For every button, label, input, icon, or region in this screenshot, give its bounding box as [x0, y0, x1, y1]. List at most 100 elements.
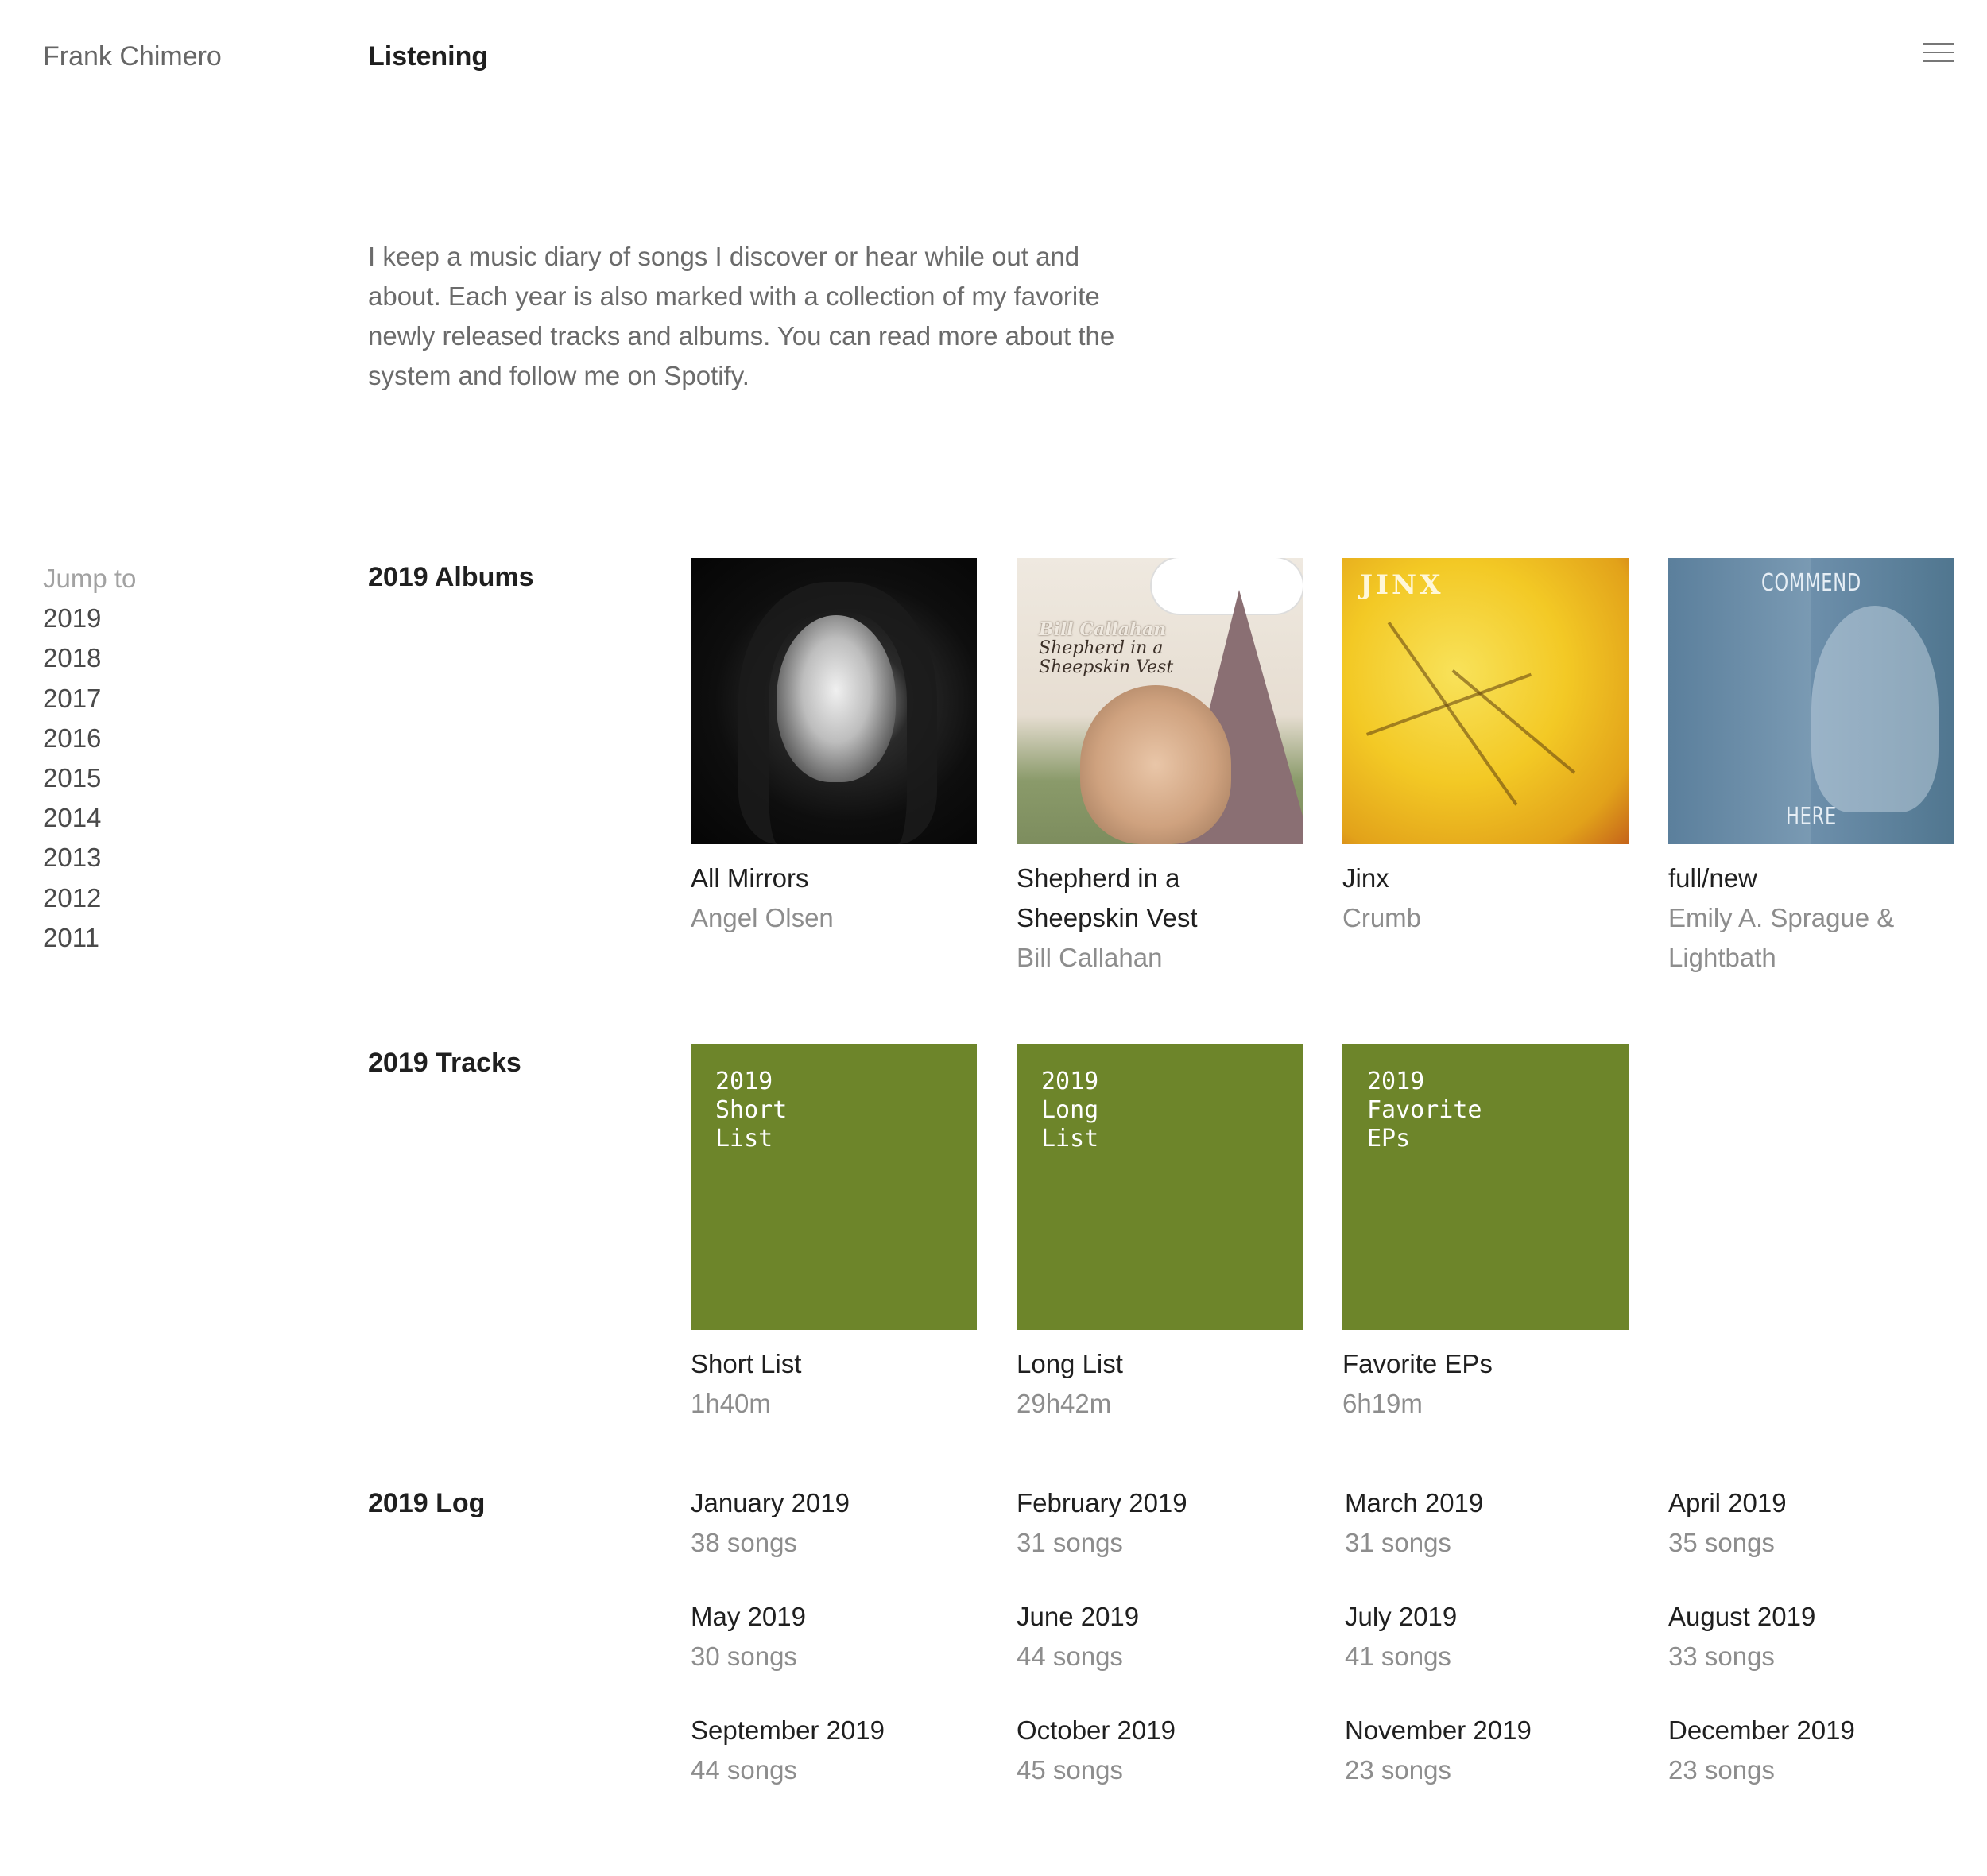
- album-title: full/new: [1668, 863, 1757, 893]
- cover-face: [777, 615, 896, 782]
- album-cover-image: [691, 558, 977, 844]
- jump-year-2013[interactable]: 2013: [43, 838, 136, 878]
- log-month-title: July 2019: [1345, 1602, 1458, 1631]
- playlist-card-long-list[interactable]: 2019 Long List Long List 29h42m: [1017, 1044, 1303, 1424]
- cover-streak: [1387, 622, 1518, 806]
- album-title: Jinx: [1342, 863, 1389, 893]
- menu-line: [1923, 60, 1954, 62]
- album-artist: Crumb: [1342, 903, 1422, 932]
- jump-year-2014[interactable]: 2014: [43, 798, 136, 838]
- section-label-log: 2019 Log: [368, 1488, 486, 1518]
- log-song-count: 35 songs: [1668, 1528, 1775, 1557]
- playlist-cover-text: 2019 Long List: [1041, 1068, 1099, 1153]
- section-label-tracks: 2019 Tracks: [368, 1048, 521, 1078]
- log-month-february[interactable]: February 2019 31 songs: [1017, 1483, 1187, 1563]
- log-month-august[interactable]: August 2019 33 songs: [1668, 1597, 1815, 1676]
- log-month-july[interactable]: July 2019 41 songs: [1345, 1597, 1457, 1676]
- cover-text-line2: Sheepskin Vest: [1039, 657, 1174, 677]
- playlist-cover: 2019 Short List: [691, 1044, 977, 1330]
- cover-head: [1080, 685, 1231, 844]
- jump-nav: Jump to 2019 2018 2017 2016 2015 2014 20…: [43, 559, 136, 958]
- jump-year-2016[interactable]: 2016: [43, 719, 136, 758]
- log-month-title: October 2019: [1017, 1715, 1176, 1745]
- album-card-shepherd[interactable]: Bill Callahan Shepherd in a Sheepskin Ve…: [1017, 558, 1303, 978]
- log-month-title: May 2019: [691, 1602, 806, 1631]
- log-month-april[interactable]: April 2019 35 songs: [1668, 1483, 1787, 1563]
- playlist-title: Short List: [691, 1349, 802, 1378]
- cover-text-artist: Bill Callahan: [1039, 619, 1167, 640]
- album-card-full-new[interactable]: COMMEND HERE full/new Emily A. Sprague &…: [1668, 558, 1954, 978]
- log-month-december[interactable]: December 2019 23 songs: [1668, 1711, 1855, 1790]
- log-song-count: 23 songs: [1668, 1755, 1775, 1785]
- log-song-count: 23 songs: [1345, 1755, 1451, 1785]
- log-month-january[interactable]: January 2019 38 songs: [691, 1483, 850, 1563]
- album-card-all-mirrors[interactable]: All Mirrors Angel Olsen: [691, 558, 977, 938]
- log-month-october[interactable]: October 2019 45 songs: [1017, 1711, 1176, 1790]
- album-title: All Mirrors: [691, 863, 809, 893]
- log-month-march[interactable]: March 2019 31 songs: [1345, 1483, 1483, 1563]
- log-month-november[interactable]: November 2019 23 songs: [1345, 1711, 1532, 1790]
- log-month-title: January 2019: [691, 1488, 850, 1517]
- album-card-jinx[interactable]: JINX Jinx Crumb: [1342, 558, 1629, 938]
- cover-text: JINX: [1360, 569, 1444, 601]
- album-artist: Angel Olsen: [691, 903, 834, 932]
- cover-streak: [1451, 669, 1576, 774]
- hamburger-menu-icon[interactable]: [1923, 43, 1954, 62]
- playlist-cover: 2019 Favorite EPs: [1342, 1044, 1629, 1330]
- playlist-cover-text: 2019 Favorite EPs: [1367, 1068, 1482, 1153]
- log-song-count: 33 songs: [1668, 1642, 1775, 1671]
- playlist-cover-text: 2019 Short List: [715, 1068, 788, 1153]
- cover-text-top: COMMEND: [1761, 569, 1861, 597]
- album-title: Shepherd in a Sheepskin Vest: [1017, 863, 1198, 932]
- cover-text-bottom: HERE: [1785, 803, 1837, 831]
- log-month-title: June 2019: [1017, 1602, 1140, 1631]
- log-month-june[interactable]: June 2019 44 songs: [1017, 1597, 1139, 1676]
- log-month-title: November 2019: [1345, 1715, 1532, 1745]
- jump-year-2011[interactable]: 2011: [43, 918, 136, 958]
- playlist-card-short-list[interactable]: 2019 Short List Short List 1h40m: [691, 1044, 977, 1424]
- log-month-title: April 2019: [1668, 1488, 1787, 1517]
- log-song-count: 31 songs: [1017, 1528, 1123, 1557]
- page: Frank Chimero Listening I keep a music d…: [0, 0, 1987, 1876]
- album-cover-image: COMMEND HERE: [1668, 558, 1954, 844]
- playlist-title: Long List: [1017, 1349, 1123, 1378]
- log-month-may[interactable]: May 2019 30 songs: [691, 1597, 806, 1676]
- log-song-count: 41 songs: [1345, 1642, 1451, 1671]
- log-song-count: 31 songs: [1345, 1528, 1451, 1557]
- log-song-count: 44 songs: [1017, 1642, 1123, 1671]
- page-title: Listening: [368, 41, 489, 72]
- playlist-duration: 29h42m: [1017, 1389, 1112, 1418]
- jump-year-2018[interactable]: 2018: [43, 638, 136, 678]
- jump-year-2015[interactable]: 2015: [43, 758, 136, 798]
- site-name-link[interactable]: Frank Chimero: [43, 41, 222, 72]
- intro-text: I keep a music diary of songs I discover…: [368, 242, 1115, 390]
- album-cover-image: Bill Callahan Shepherd in a Sheepskin Ve…: [1017, 558, 1303, 844]
- playlist-card-favorite-eps[interactable]: 2019 Favorite EPs Favorite EPs 6h19m: [1342, 1044, 1629, 1424]
- cover-text: Bill Callahan Shepherd in a Sheepskin Ve…: [1039, 620, 1173, 677]
- log-month-title: February 2019: [1017, 1488, 1187, 1517]
- cover-streak: [1366, 672, 1532, 736]
- log-song-count: 38 songs: [691, 1528, 797, 1557]
- log-song-count: 44 songs: [691, 1755, 797, 1785]
- playlist-duration: 6h19m: [1342, 1389, 1423, 1418]
- jump-year-2019[interactable]: 2019: [43, 599, 136, 638]
- log-song-count: 45 songs: [1017, 1755, 1123, 1785]
- playlist-title: Favorite EPs: [1342, 1349, 1493, 1378]
- section-label-albums: 2019 Albums: [368, 562, 534, 592]
- album-artist: Emily A. Sprague & Lightbath: [1668, 903, 1895, 972]
- log-month-title: March 2019: [1345, 1488, 1484, 1517]
- log-month-title: December 2019: [1668, 1715, 1855, 1745]
- jump-year-2012[interactable]: 2012: [43, 878, 136, 918]
- log-month-title: August 2019: [1668, 1602, 1816, 1631]
- cover-figure: [1811, 606, 1939, 812]
- log-month-title: September 2019: [691, 1715, 885, 1745]
- album-artist: Bill Callahan: [1017, 943, 1163, 972]
- menu-line: [1923, 52, 1954, 53]
- album-cover-image: JINX: [1342, 558, 1629, 844]
- log-month-september[interactable]: September 2019 44 songs: [691, 1711, 885, 1790]
- log-song-count: 30 songs: [691, 1642, 797, 1671]
- jump-year-2017[interactable]: 2017: [43, 679, 136, 719]
- playlist-cover: 2019 Long List: [1017, 1044, 1303, 1330]
- cover-text-line1: Shepherd in a: [1039, 638, 1164, 658]
- menu-line: [1923, 43, 1954, 45]
